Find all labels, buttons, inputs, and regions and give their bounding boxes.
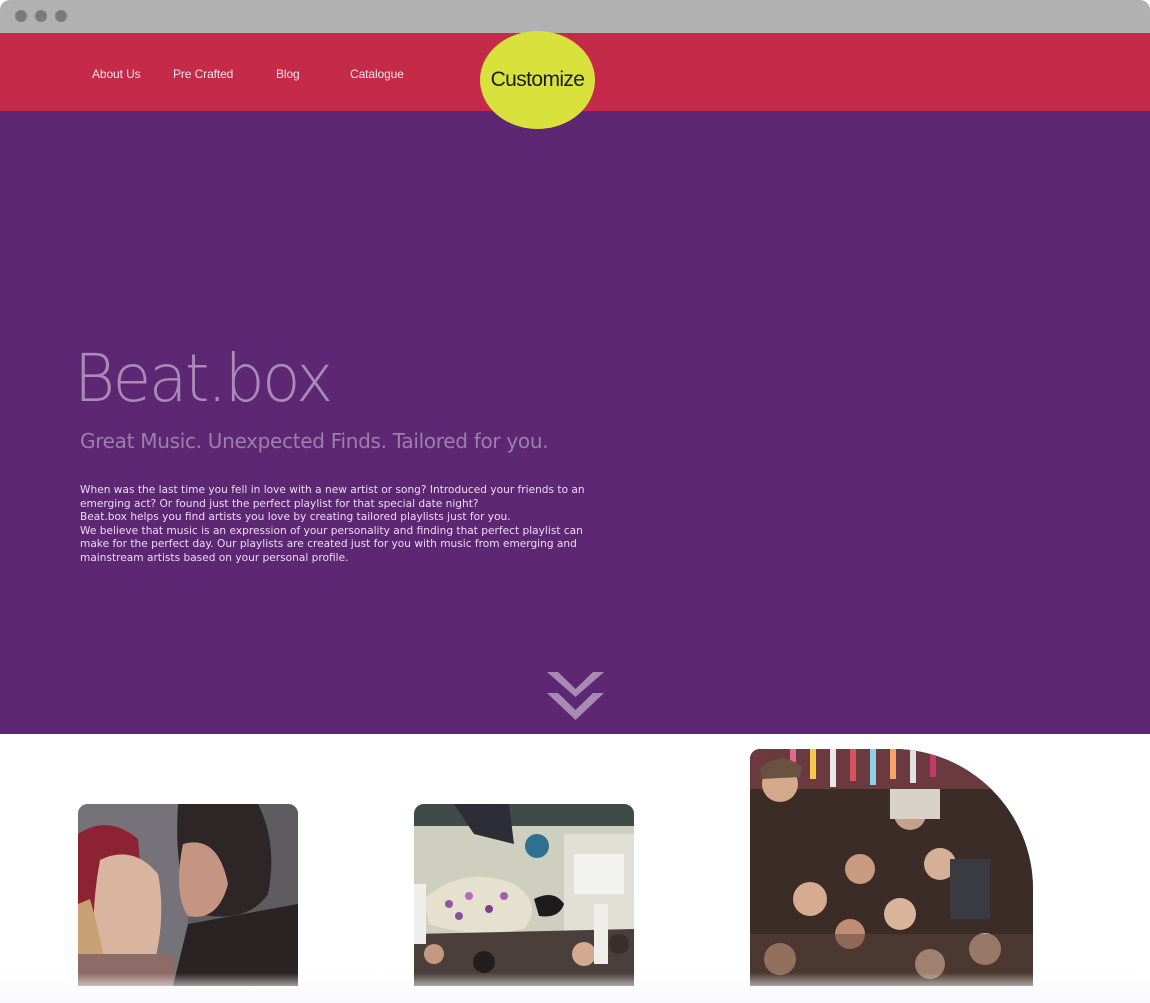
photo-icon [414,804,634,986]
hero-section: Beat.box Great Music. Unexpected Finds. … [0,111,1150,734]
nav-link-about-us[interactable]: About Us [92,67,141,81]
couple-photo[interactable] [78,804,298,986]
nav-link-pre-crafted[interactable]: Pre Crafted [173,67,233,81]
brand-title: Beat.box [74,340,333,417]
hero-paragraph: We believe that music is an expression o… [80,524,583,564]
window-close-button[interactable] [15,10,27,22]
hero-paragraph: Beat.box helps you find artists you love… [80,511,511,524]
window-maximize-button[interactable] [55,10,67,22]
hero-tagline: Great Music. Unexpected Finds. Tailored … [80,429,549,453]
browser-window: About Us Pre Crafted Blog Catalogue Cust… [0,0,1150,1003]
hero-paragraph: When was the last time you fell in love … [80,484,585,510]
nav-link-blog[interactable]: Blog [276,67,300,81]
photo-icon [78,804,298,986]
customize-button[interactable]: Customize [480,31,595,129]
hero-description: When was the last time you fell in love … [80,484,600,566]
browser-title-bar [0,0,1150,33]
crowd-surf-photo[interactable] [414,804,634,986]
photo-icon [750,749,1033,986]
party-crowd-photo[interactable] [750,749,1033,986]
window-minimize-button[interactable] [35,10,47,22]
bottom-fade-overlay [0,973,1150,1003]
nav-link-catalogue[interactable]: Catalogue [350,67,404,81]
double-chevron-down-icon[interactable] [547,672,604,722]
